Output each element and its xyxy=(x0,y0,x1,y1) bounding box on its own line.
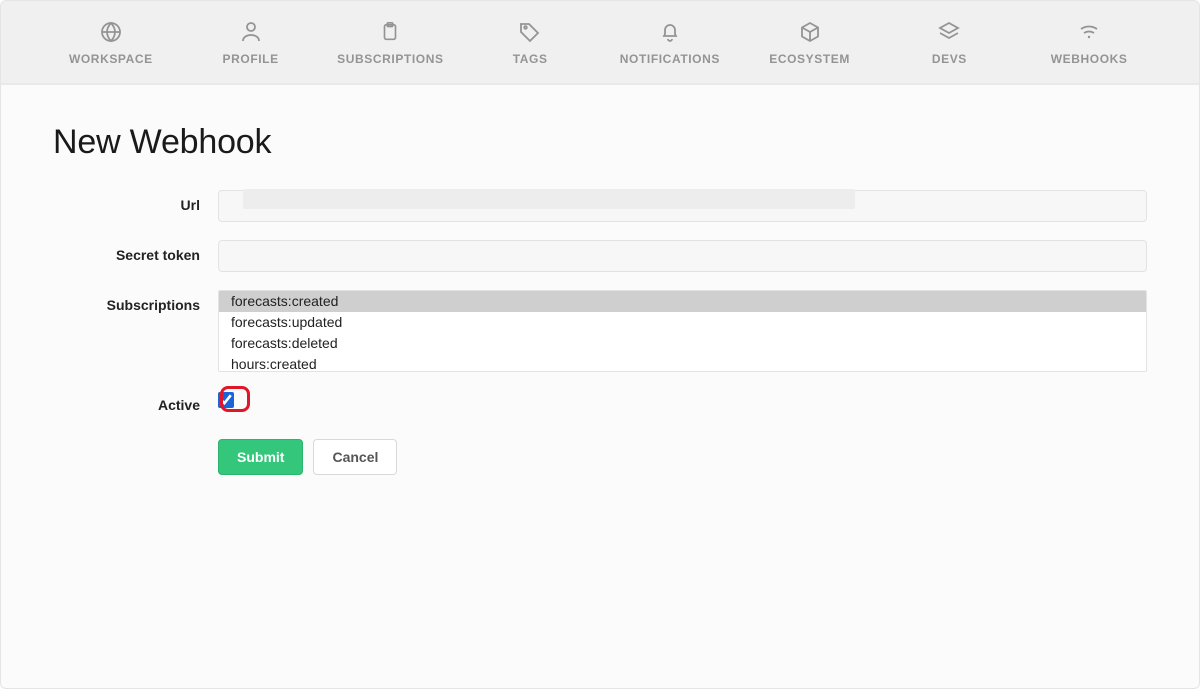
wifi-icon xyxy=(1076,18,1102,46)
url-label: Url xyxy=(53,190,218,213)
layers-icon xyxy=(937,18,961,46)
form-row-secret-token: Secret token xyxy=(53,240,1147,272)
subscription-option[interactable]: forecasts:created xyxy=(219,291,1146,312)
tag-icon xyxy=(518,18,542,46)
top-nav: WORKSPACE PROFILE SUBSCRIPTIONS TAGS NOT xyxy=(1,1,1199,85)
user-icon xyxy=(239,18,263,46)
cube-icon xyxy=(798,18,822,46)
nav-label: TAGS xyxy=(513,52,548,66)
bell-icon xyxy=(658,18,682,46)
form-buttons: Submit Cancel xyxy=(53,439,1147,475)
nav-profile[interactable]: PROFILE xyxy=(196,18,306,66)
subscription-option[interactable]: hours:created xyxy=(219,354,1146,372)
nav-subscriptions[interactable]: SUBSCRIPTIONS xyxy=(335,18,445,66)
url-redacted-overlay xyxy=(243,189,855,209)
nav-workspace[interactable]: WORKSPACE xyxy=(56,18,166,66)
form-row-subscriptions: Subscriptions forecasts:created forecast… xyxy=(53,290,1147,372)
nav-devs[interactable]: DEVS xyxy=(894,18,1004,66)
nav-label: SUBSCRIPTIONS xyxy=(337,52,443,66)
page-body: New Webhook Url Secret token Subscriptio… xyxy=(1,85,1199,475)
nav-label: WORKSPACE xyxy=(69,52,153,66)
nav-notifications[interactable]: NOTIFICATIONS xyxy=(615,18,725,66)
nav-tags[interactable]: TAGS xyxy=(475,18,585,66)
clipboard-icon xyxy=(379,18,401,46)
subscriptions-label: Subscriptions xyxy=(53,290,218,313)
active-checkbox[interactable] xyxy=(218,392,234,408)
nav-ecosystem[interactable]: ECOSYSTEM xyxy=(755,18,865,66)
page-title: New Webhook xyxy=(53,123,1147,162)
subscription-option[interactable]: forecasts:deleted xyxy=(219,333,1146,354)
active-label: Active xyxy=(53,390,218,413)
app-window: WORKSPACE PROFILE SUBSCRIPTIONS TAGS NOT xyxy=(0,0,1200,689)
globe-icon xyxy=(99,18,123,46)
nav-label: WEBHOOKS xyxy=(1051,52,1128,66)
nav-webhooks[interactable]: WEBHOOKS xyxy=(1034,18,1144,66)
nav-label: NOTIFICATIONS xyxy=(620,52,720,66)
nav-label: DEVS xyxy=(932,52,967,66)
nav-label: PROFILE xyxy=(223,52,279,66)
submit-button[interactable]: Submit xyxy=(218,439,303,475)
secret-token-label: Secret token xyxy=(53,240,218,263)
nav-label: ECOSYSTEM xyxy=(769,52,850,66)
cancel-button[interactable]: Cancel xyxy=(313,439,397,475)
secret-token-input[interactable] xyxy=(218,240,1147,272)
form-row-active: Active xyxy=(53,390,1147,413)
subscriptions-listbox[interactable]: forecasts:created forecasts:updated fore… xyxy=(218,290,1147,372)
subscription-option[interactable]: forecasts:updated xyxy=(219,312,1146,333)
